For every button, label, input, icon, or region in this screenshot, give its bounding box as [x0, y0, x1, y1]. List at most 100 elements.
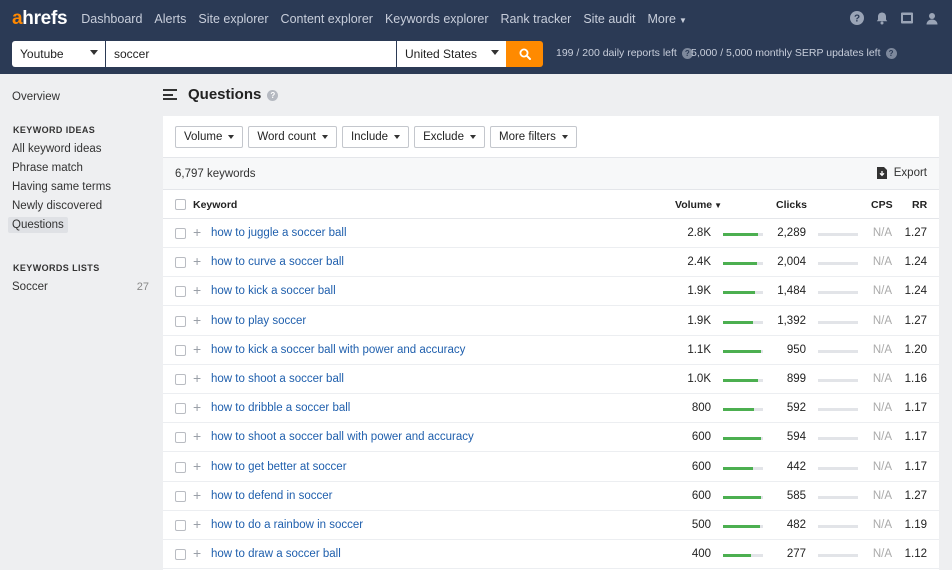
keyword-link[interactable]: how to juggle a soccer ball: [211, 227, 347, 239]
source-select[interactable]: Youtube: [12, 41, 105, 67]
add-to-list-icon[interactable]: +: [193, 283, 201, 297]
screen-icon[interactable]: [899, 10, 915, 26]
nav-item-alerts[interactable]: Alerts: [154, 12, 186, 26]
daily-reports-text: 199 / 200 daily reports left: [556, 47, 677, 59]
chevron-down-icon: [491, 50, 499, 55]
clicks-bar: [818, 291, 858, 295]
rr-value: 1.17: [904, 431, 927, 444]
volume-value: 1.0K: [687, 373, 711, 385]
clicks-value: 899: [786, 373, 806, 385]
row-checkbox[interactable]: [175, 490, 186, 502]
nav-item-more[interactable]: More ▼: [647, 12, 686, 26]
chevron-down-icon: [321, 135, 328, 139]
row-checkbox[interactable]: [175, 228, 186, 239]
nav-item-keywords-explorer[interactable]: Keywords explorer: [385, 12, 489, 26]
row-checkbox[interactable]: [175, 374, 186, 385]
bell-icon[interactable]: [874, 10, 890, 26]
keyword-link[interactable]: how to curve a soccer ball: [211, 256, 344, 268]
cps-value: N/A: [872, 489, 892, 502]
add-to-list-icon[interactable]: +: [193, 254, 201, 268]
volume-value: 1.9K: [687, 314, 711, 327]
column-header-cps[interactable]: CPS: [871, 199, 893, 211]
add-to-list-icon[interactable]: +: [193, 342, 201, 356]
keyword-search-input[interactable]: [106, 41, 396, 67]
sidebar-item-soccer-list[interactable]: Soccer: [12, 281, 48, 293]
keyword-link[interactable]: how to kick a soccer ball with power and…: [211, 344, 465, 356]
user-icon[interactable]: [924, 10, 940, 26]
help-icon[interactable]: ?: [885, 47, 897, 59]
clicks-bar: [818, 262, 858, 266]
add-to-list-icon[interactable]: +: [193, 400, 201, 414]
row-checkbox[interactable]: [175, 344, 186, 356]
ahrefs-logo[interactable]: ahrefs: [12, 0, 68, 38]
country-select-value: United States: [405, 47, 478, 61]
cps-value: N/A: [872, 343, 892, 356]
add-to-list-icon[interactable]: +: [193, 429, 201, 443]
column-header-clicks[interactable]: Clicks: [776, 199, 807, 211]
row-checkbox[interactable]: [175, 257, 186, 269]
sidebar-item-phrase-match[interactable]: Phrase match: [12, 162, 83, 174]
sidebar-item-questions[interactable]: Questions: [8, 217, 68, 233]
row-checkbox[interactable]: [175, 315, 186, 327]
column-header-rr[interactable]: RR: [912, 199, 927, 211]
table-row: + how to kick a soccer ball 1.9K 1,484 N/A 1.…: [163, 277, 939, 307]
keyword-link[interactable]: how to kick a soccer ball: [211, 285, 336, 297]
clicks-value: 594: [786, 431, 806, 444]
row-checkbox[interactable]: [175, 403, 186, 415]
volume-difficulty-bar: [723, 379, 763, 382]
cps-value: N/A: [872, 373, 892, 385]
filter-more-filters-button[interactable]: More filters: [489, 126, 577, 148]
column-header-volume[interactable]: Volume ▼: [675, 199, 722, 211]
add-to-list-icon[interactable]: +: [193, 488, 201, 502]
keyword-link[interactable]: how to draw a soccer ball: [211, 548, 341, 560]
sidebar-item-having-same-terms[interactable]: Having same terms: [12, 181, 111, 193]
search-button[interactable]: [506, 41, 543, 67]
keyword-link[interactable]: how to do a rainbow in soccer: [211, 519, 363, 531]
nav-item-site-explorer[interactable]: Site explorer: [198, 12, 268, 26]
row-checkbox[interactable]: [175, 549, 186, 561]
filter-label: Word count: [257, 131, 316, 143]
filter-volume-button[interactable]: Volume: [175, 126, 244, 148]
keyword-link[interactable]: how to play soccer: [211, 315, 306, 327]
nav-item-rank-tracker[interactable]: Rank tracker: [500, 12, 571, 26]
sidebar-item-all-keyword-ideas[interactable]: All keyword ideas: [12, 143, 101, 155]
row-checkbox[interactable]: [175, 432, 186, 444]
add-to-list-icon[interactable]: +: [193, 517, 201, 531]
help-icon[interactable]: ?: [849, 10, 865, 26]
filter-label: Include: [350, 131, 389, 143]
nav-item-dashboard[interactable]: Dashboard: [81, 12, 142, 26]
keyword-link[interactable]: how to dribble a soccer ball: [211, 402, 350, 414]
nav-item-content-explorer[interactable]: Content explorer: [281, 12, 373, 26]
add-to-list-icon[interactable]: +: [193, 546, 201, 560]
row-checkbox[interactable]: [175, 286, 186, 298]
sidebar-item-overview[interactable]: Overview: [12, 91, 60, 103]
keyword-link[interactable]: how to shoot a soccer ball with power an…: [211, 431, 474, 443]
nav-item-label: Site audit: [583, 12, 636, 26]
cps-value: N/A: [872, 285, 892, 298]
clicks-bar: [818, 320, 858, 324]
column-header-keyword[interactable]: Keyword: [193, 199, 237, 211]
filter-word-count-button[interactable]: Word count: [248, 126, 337, 148]
menu-icon[interactable]: [163, 89, 177, 100]
filter-label: Exclude: [423, 131, 464, 143]
keyword-link[interactable]: how to defend in soccer: [211, 490, 332, 502]
add-to-list-icon[interactable]: +: [193, 459, 201, 473]
add-to-list-icon[interactable]: +: [193, 313, 201, 327]
export-button[interactable]: Export: [876, 167, 927, 179]
filter-exclude-button[interactable]: Exclude: [414, 126, 485, 148]
select-all-checkbox[interactable]: [175, 199, 186, 210]
help-icon[interactable]: ?: [267, 90, 279, 101]
add-to-list-icon[interactable]: +: [193, 225, 201, 239]
keyword-link[interactable]: how to shoot a soccer ball: [211, 373, 344, 385]
row-checkbox[interactable]: [175, 520, 186, 531]
keyword-link[interactable]: how to get better at soccer: [211, 461, 347, 473]
volume-bar-fill: [723, 437, 761, 441]
filter-include-button[interactable]: Include: [341, 126, 410, 148]
country-select[interactable]: United States: [397, 41, 506, 67]
nav-item-site-audit[interactable]: Site audit: [583, 12, 635, 26]
sidebar-item-newly-discovered[interactable]: Newly discovered: [12, 200, 102, 212]
volume-bar-fill: [723, 291, 755, 295]
add-to-list-icon[interactable]: +: [193, 371, 201, 385]
row-checkbox[interactable]: [175, 461, 186, 473]
volume-bar-fill: [723, 233, 759, 236]
